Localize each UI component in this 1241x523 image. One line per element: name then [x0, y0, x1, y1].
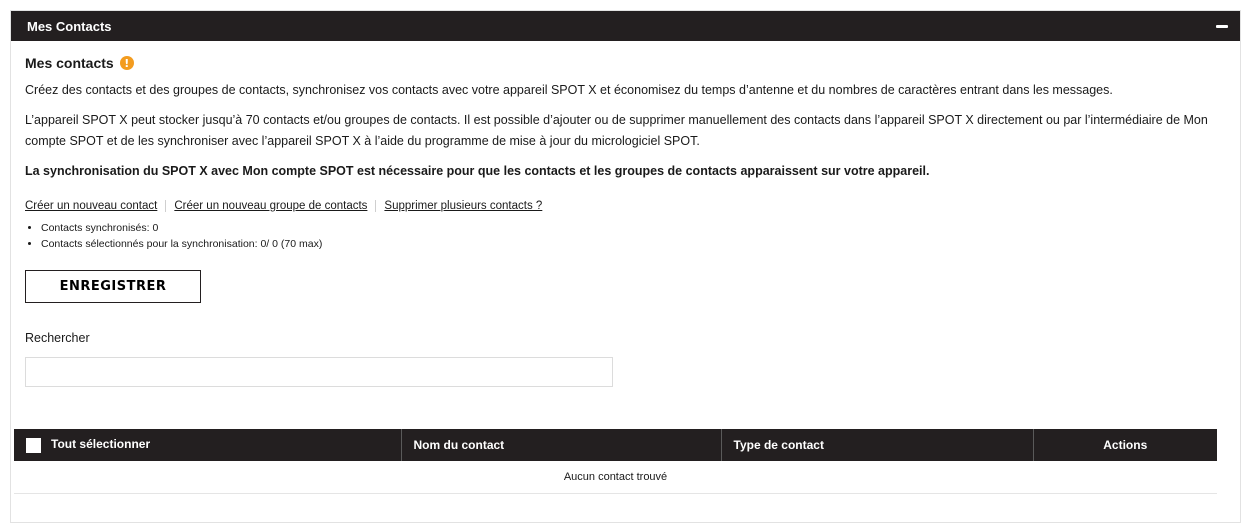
contacts-table: Tout sélectionner Nom du contact Type de…	[14, 429, 1217, 494]
table-row: Aucun contact trouvé	[14, 461, 1217, 494]
column-header-name[interactable]: Nom du contact	[401, 429, 722, 461]
link-divider	[165, 200, 167, 212]
create-contact-link[interactable]: Créer un nouveau contact	[25, 200, 157, 212]
capacity-paragraph: L’appareil SPOT X peut stocker jusqu’à 7…	[25, 113, 1208, 148]
delete-multiple-link[interactable]: Supprimer plusieurs contacts ?	[384, 200, 542, 212]
selected-count: Contacts sélectionnés pour la synchronis…	[41, 236, 1226, 252]
save-button[interactable]: ENREGISTRER	[25, 270, 201, 303]
minus-icon	[1216, 24, 1228, 28]
table-header-row: Tout sélectionner Nom du contact Type de…	[14, 429, 1217, 461]
collapse-button[interactable]	[1214, 18, 1230, 34]
section-heading: Mes contacts !	[25, 55, 1226, 71]
search-input[interactable]	[25, 357, 613, 387]
section-title: Mes contacts	[25, 55, 114, 71]
select-all-label: Tout sélectionner	[51, 437, 151, 452]
panel-content: Mes contacts ! Créez des contacts et des…	[11, 55, 1240, 387]
sync-stats: Contacts synchronisés: 0 Contacts sélect…	[25, 220, 1226, 252]
sync-notice: La synchronisation du SPOT X avec Mon co…	[25, 164, 930, 178]
synced-count: Contacts synchronisés: 0	[41, 220, 1226, 236]
panel-title: Mes Contacts	[27, 18, 112, 34]
action-links: Créer un nouveau contact Créer un nouvea…	[25, 200, 1226, 212]
info-icon[interactable]: !	[119, 56, 134, 70]
intro-paragraph: Créez des contacts et des groupes de con…	[25, 83, 1113, 97]
create-group-link[interactable]: Créer un nouveau groupe de contacts	[174, 200, 367, 212]
link-divider	[375, 200, 377, 212]
empty-message: Aucun contact trouvé	[14, 461, 1217, 494]
search-label: Rechercher	[25, 331, 90, 345]
column-header-type[interactable]: Type de contact	[721, 429, 1034, 461]
select-all-checkbox[interactable]	[26, 437, 41, 453]
column-header-actions: Actions	[1033, 429, 1217, 461]
panel-header: Mes Contacts	[11, 11, 1240, 41]
select-all-header[interactable]: Tout sélectionner	[14, 429, 402, 461]
